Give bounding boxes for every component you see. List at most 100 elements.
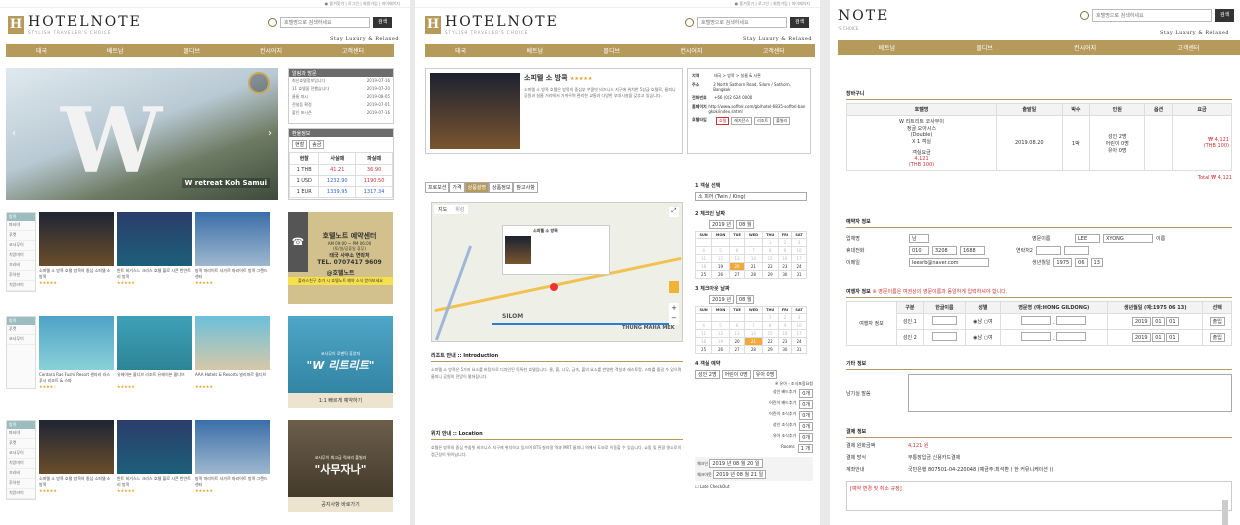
calendar-day[interactable]: 17 [791, 329, 807, 338]
calendar-day[interactable]: 5 [711, 321, 730, 330]
hotel-card[interactable]: AAA Hotels & Resorts 빌리파르 몰디브 ★★★★★ [195, 316, 270, 389]
calendar-day[interactable]: 8 [761, 321, 779, 330]
adult-select[interactable]: 성인 2명 [695, 370, 720, 379]
eng-last-input[interactable] [1021, 332, 1052, 341]
contact2-input[interactable] [1035, 246, 1061, 255]
fullscreen-icon[interactable]: ⤢ [669, 207, 679, 217]
checkout-year-select[interactable]: 2019 년 [709, 295, 734, 304]
birth-month-select[interactable]: 06 [1075, 258, 1088, 267]
search-input[interactable] [1092, 9, 1212, 22]
street-view-icon[interactable] [669, 281, 679, 293]
search-button[interactable]: 검색 [790, 17, 810, 28]
phone-part2-input[interactable]: 3208 [932, 246, 957, 255]
calendar-day[interactable]: 22 [761, 337, 779, 346]
calendar-day[interactable]: 12 [711, 254, 730, 263]
calendar-day[interactable]: 18 [694, 262, 713, 271]
map-popup[interactable]: 소피텔 소 방콕 [502, 225, 610, 275]
gender-radio[interactable]: ◉남 ○여 [965, 313, 1001, 330]
calendar-day[interactable]: 22 [761, 262, 779, 271]
checkout-month-select[interactable]: 08 월 [735, 295, 755, 304]
nav-concierge[interactable]: 컨시어지 [260, 46, 282, 55]
calendar-day[interactable]: 11 [694, 254, 713, 263]
checkin-year-select[interactable]: 2019 년 [709, 220, 734, 229]
extra-option-row[interactable]: 성인 조식추가 0개 [695, 422, 813, 431]
calendar-day[interactable]: 23 [777, 337, 793, 346]
calendar-day[interactable]: 30 [777, 270, 793, 279]
booker-firstname-input[interactable]: XYONG [1103, 234, 1153, 243]
hotel-card[interactable]: Centara Ras Fushi Resort 센타라 라스 푸시 리조트 &… [39, 316, 114, 389]
hotel-card[interactable]: 유헤이븐 몰디브 리조트 유헤이븐 몰디브 ★★★★★ [117, 316, 192, 389]
calendar-day[interactable]: 8 [761, 246, 779, 255]
calendar-day[interactable]: 7 [744, 321, 763, 330]
birth-day-select[interactable]: 01 [1166, 317, 1179, 326]
nav-vietnam[interactable]: 베트남 [107, 46, 124, 55]
extra-option-row[interactable]: Rooms 1 개 [695, 444, 813, 453]
korean-name-input[interactable] [931, 332, 957, 341]
calendar-day[interactable]: 7 [744, 246, 763, 255]
calendar-day[interactable]: 2 [777, 238, 793, 247]
calendar-day[interactable]: 20 [728, 262, 746, 271]
calendar-day[interactable]: 16 [777, 329, 793, 338]
calendar-day[interactable]: 14 [744, 329, 763, 338]
calendar-day[interactable]: 9 [777, 246, 793, 255]
search-input[interactable] [697, 17, 787, 28]
calendar-day[interactable]: 21 [744, 337, 763, 346]
notice-item[interactable]: 울릉 마시 2019-08-05 [289, 93, 393, 101]
birth-month-select[interactable]: 01 [1152, 333, 1165, 342]
calendar-day[interactable]: 21 [744, 262, 763, 271]
calendar-day[interactable]: 1 [761, 313, 779, 322]
calendar-day[interactable]: 16 [777, 254, 793, 263]
calendar-day[interactable]: 5 [711, 246, 730, 255]
search-button[interactable]: 검색 [1215, 9, 1235, 22]
calendar-day[interactable]: 28 [744, 345, 763, 354]
calendar-day[interactable]: 10 [791, 246, 807, 255]
calendar-day[interactable]: 23 [777, 262, 793, 271]
type-tag-hotel[interactable]: 호텔 [716, 117, 730, 125]
checkin-month-select[interactable]: 08 월 [735, 220, 755, 229]
extra-option-row[interactable]: 어린이 조식추가 0개 [695, 411, 813, 420]
nav-support[interactable]: 고객센터 [342, 46, 364, 55]
booker-lastname-input[interactable]: LEE [1075, 234, 1100, 243]
type-tag-poolvilla[interactable]: 풀빌라 [773, 117, 791, 125]
hotel-photo[interactable] [430, 73, 520, 149]
eng-last-input[interactable] [1021, 316, 1052, 325]
samujana-promo[interactable]: 코사무이 최고급 럭셔리 풀빌라 "사무자나" 공지사항 바로가기 [288, 420, 393, 512]
hotel-card[interactable]: 방콕 마리어트 사가르 마리어트 방콕 그랜드 센터 ★★★★★ [195, 212, 270, 292]
calendar-day[interactable]: 4 [694, 246, 713, 255]
hero-slider[interactable]: W ‹ › W retreat Koh Samui [6, 68, 278, 200]
calendar-day[interactable]: 15 [761, 329, 779, 338]
hotel-card[interactable]: 반트 비거스느 크리스 호텔 블로 시콘 반얀트리 방콕 ★★★★★ [117, 420, 192, 500]
checkout-date[interactable]: 2019 년 08 월 21 일 [713, 470, 767, 479]
calendar-day[interactable]: 12 [711, 329, 730, 338]
notice-item[interactable]: 최신호텔정보입니다 2019-07-16 [289, 77, 393, 85]
calendar-day[interactable]: 11 [694, 329, 713, 338]
search-input[interactable] [280, 17, 370, 28]
nav-thailand[interactable]: 태국 [36, 46, 47, 55]
nav-maldives[interactable]: 몰디브 [183, 46, 200, 55]
payment-method-radio[interactable]: 무통장입금 신용카드결제 [908, 454, 960, 461]
calendar-day[interactable]: 15 [761, 254, 779, 263]
calendar-day[interactable]: 13 [728, 254, 746, 263]
hotel-card[interactable]: 소피텔 소 방콕 호텔 방콕의 중심 소피텔 소 방콕 ★★★★★ [39, 212, 114, 292]
scrollbar[interactable] [1222, 500, 1228, 525]
calendar-day[interactable]: 26 [711, 345, 730, 354]
tab-promotion[interactable]: 프로모션 [425, 182, 450, 193]
checkout-calendar[interactable]: SUN MON TUE WED THU FRI SAT 1 2 3 4 5 6 7 8 9 10 11 12 13 14… [694, 306, 813, 354]
phone-part1-input[interactable]: 010 [909, 246, 929, 255]
room-select[interactable]: 소 피어 (Twin / King) [695, 192, 807, 201]
birth-month-select[interactable]: 01 [1152, 317, 1165, 326]
calendar-day[interactable]: 30 [777, 345, 793, 354]
hotel-homepage-link[interactable]: http://www.sofitel.com/gb/hotel-6835-sof… [708, 104, 806, 114]
zoom-controls[interactable]: + − [669, 303, 679, 325]
calendar-day[interactable]: 26 [711, 270, 730, 279]
notice-item[interactable]: 할인 포시즌 2019-07-16 [289, 109, 393, 117]
rate-tab-cash[interactable]: 현찰 [292, 140, 308, 149]
calendar-day[interactable]: 4 [694, 321, 713, 330]
eng-first-input[interactable] [1056, 332, 1087, 341]
birth-year-select[interactable]: 1975 [1053, 258, 1073, 267]
location-map[interactable]: 지도 위성 SILOM THUNG MAHA MEK 소피텔 소 방콕 ⤢ + − [431, 202, 683, 342]
calendar-day[interactable]: 17 [791, 254, 807, 263]
tab-notes[interactable]: 참고사항 [513, 182, 538, 193]
notice-item[interactable]: 11 호텔을 전했습니다 2019-07-20 [289, 85, 393, 93]
top-links[interactable]: ● 즐겨찾기 | 로그인 | 회원가입 | 마이페이지 [0, 0, 410, 8]
